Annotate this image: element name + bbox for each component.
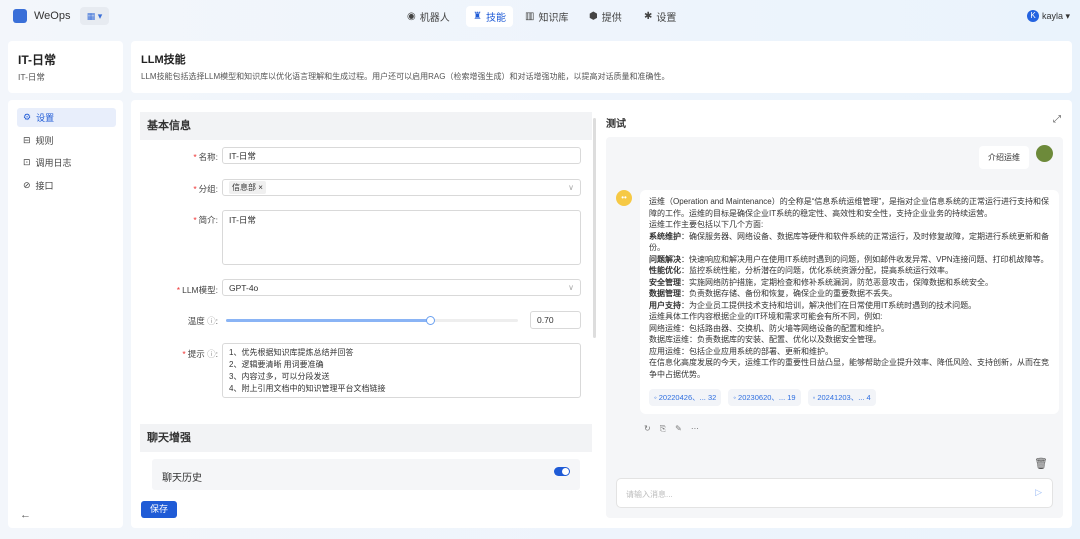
reply-paragraph: 数据库运维：负责数据库的安装、配置、优化以及数据安全管理。 xyxy=(649,335,881,344)
robot-icon: ◉ xyxy=(407,11,416,22)
slider-fill xyxy=(226,319,431,322)
nav-skill[interactable]: ♜ 技能 xyxy=(466,6,513,27)
user-avatar xyxy=(1036,145,1053,162)
settings-icon: ⚙ xyxy=(23,112,32,122)
sidebar-item-rules[interactable]: ⊟ 规则 xyxy=(17,131,116,150)
group-select[interactable]: 信息部 × ∨ xyxy=(222,179,581,196)
reply-paragraph: 在信息化高度发展的今天，运维工作的重要性日益凸显，能够帮助企业提升效率、降低风险… xyxy=(649,358,1049,379)
reply-paragraph: 安全管理：实施网络防护措施，定期检查和修补系统漏洞，防范恶意攻击，保障数据和系统… xyxy=(649,277,993,287)
chevron-down-icon: ∨ xyxy=(568,283,574,292)
reply-paragraph: 运维工作主要包括以下几个方面: xyxy=(649,220,764,229)
bot-reply-text: 运维（Operation and Maintenance）的全称是“信息系统运维… xyxy=(649,196,1050,380)
message-placeholder: 请输入消息... xyxy=(626,490,673,499)
reference-chip[interactable]: ◦ 20230620、... 19 xyxy=(728,389,801,406)
name-input[interactable]: IT-日常 xyxy=(222,147,581,164)
more-icon[interactable]: ⋯ xyxy=(691,424,699,434)
rules-icon: ⊟ xyxy=(23,135,31,145)
intro-textarea[interactable]: IT-日常 xyxy=(222,210,581,265)
user-message: 介绍运维 xyxy=(979,146,1029,169)
back-arrow-icon[interactable]: ← xyxy=(20,509,31,521)
bot-avatar-icon: •• xyxy=(616,190,632,206)
send-icon[interactable]: ▷ xyxy=(1035,487,1042,498)
reply-paragraph: 用户支持：为企业员工提供技术支持和培训，解决他们在日常使用IT系统时遇到的技术问… xyxy=(649,300,977,310)
skill-title: IT-日常 xyxy=(18,53,56,67)
prompt-label: * 提示 ⓘ: xyxy=(182,349,218,359)
model-select[interactable]: GPT-4o ∨ xyxy=(222,279,581,296)
logo-icon xyxy=(13,9,27,23)
header-card: LLM技能 LLM技能包括选择LLM模型和知识库以优化语言理解和生成过程。用户还… xyxy=(131,41,1072,93)
reply-paragraph: 数据管理：负责数据存储、备份和恢复，确保企业的重要数据不丢失。 xyxy=(649,289,897,298)
sidebar-item-settings[interactable]: ⚙ 设置 xyxy=(17,108,116,127)
reference-chip[interactable]: ◦ 20220426、... 32 xyxy=(649,389,722,406)
reply-paragraph: 运维（Operation and Maintenance）的全称是“信息系统运维… xyxy=(649,197,1050,218)
nav-settings[interactable]: ✱ 设置 xyxy=(637,6,683,27)
sidebar-item-logs[interactable]: ⊡ 调用日志 xyxy=(17,153,116,172)
app-name: WeOps xyxy=(34,10,71,22)
page-title: LLM技能 xyxy=(141,54,186,66)
skill-info-card: IT-日常 IT-日常 xyxy=(8,41,123,93)
reply-paragraph: 网络运维：包括路由器、交换机、防火墙等网络设备的配置和维护。 xyxy=(649,323,889,333)
temperature-slider[interactable] xyxy=(226,316,518,325)
intro-label: * 简介: xyxy=(193,215,218,225)
prompt-textarea[interactable]: 1、优先根据知识库提炼总结并回答 2、逻辑要清晰 用词要准确 3、内容过多，可以… xyxy=(222,343,581,398)
save-button[interactable]: 保存 xyxy=(141,501,177,518)
reference-chip[interactable]: ◦ 20241203、... 4 xyxy=(807,389,876,406)
books-icon: ▥ xyxy=(525,11,535,22)
temperature-label: 温度 ⓘ: xyxy=(187,316,218,326)
reference-list: ◦ 20220426、... 32 ◦ 20230620、... 19 ◦ 2024… xyxy=(649,389,1050,406)
message-input[interactable]: 请输入消息... ▷ xyxy=(616,478,1053,508)
chat-history-toggle[interactable] xyxy=(554,467,570,476)
refresh-icon[interactable]: ↻ xyxy=(644,424,651,434)
cube-icon: ⬢ xyxy=(589,11,598,22)
page-description: LLM技能包括选择LLM模型和知识库以优化语言理解和生成过程。用户还可以启用RA… xyxy=(141,72,670,81)
test-title: 测试 xyxy=(606,119,626,130)
nav-knowledge[interactable]: ▥ 知识库 xyxy=(518,6,575,27)
group-tag: 信息部 × xyxy=(229,181,266,194)
name-label: * 名称: xyxy=(193,152,218,162)
logs-icon: ⊡ xyxy=(23,157,31,167)
section-chat-enhance: 聊天增强 xyxy=(140,424,592,452)
edit-icon[interactable]: ✎ xyxy=(675,424,682,434)
close-icon[interactable]: × xyxy=(258,183,263,192)
chat-area: 介绍运维 •• 运维（Operation and Maintenance）的全称… xyxy=(606,137,1063,518)
nav-provider[interactable]: ⬢ 提供 xyxy=(582,6,629,27)
app-switcher-button[interactable]: ▦ ▾ xyxy=(80,7,109,25)
help-icon: ⓘ xyxy=(207,349,216,359)
reply-paragraph: 系统维护：确保服务器、网络设备、数据库等硬件和软件系统的正常运行，及时修复故障，… xyxy=(649,231,1049,253)
chevron-down-icon: ∨ xyxy=(568,183,574,192)
message-actions: ↻ ⎘ ✎ ⋯ xyxy=(644,424,699,434)
skill-icon: ♜ xyxy=(473,11,482,22)
help-icon: ⓘ xyxy=(207,316,216,326)
skill-subtitle: IT-日常 xyxy=(18,72,45,82)
reply-paragraph: 性能优化：监控系统性能，分析潜在的问题，优化系统资源分配，提高系统运行效率。 xyxy=(649,266,953,275)
temperature-input[interactable]: 0.70 xyxy=(530,311,581,329)
reply-paragraph: 问题解决：快速响应和解决用户在使用IT系统时遇到的问题，例如邮件收发异常、VPN… xyxy=(649,254,1049,264)
avatar[interactable]: K xyxy=(1027,10,1039,22)
section-basic-info: 基本信息 xyxy=(140,112,592,140)
reply-paragraph: 运维具体工作内容根据企业的IT环境和需求可能会有所不同，例如: xyxy=(649,312,883,321)
user-menu[interactable]: kayla ▾ xyxy=(1042,11,1070,22)
link-icon: ⊘ xyxy=(23,180,31,190)
model-label: * LLM模型: xyxy=(176,285,218,295)
nav-robot[interactable]: ◉ 机器人 xyxy=(400,6,457,27)
trash-icon[interactable]: 🗑 xyxy=(1034,457,1048,470)
reply-paragraph: 应用运维：包括企业应用系统的部署、更新和维护。 xyxy=(649,346,833,356)
copy-icon[interactable]: ⎘ xyxy=(660,424,666,434)
fullscreen-icon[interactable]: ⤢ xyxy=(1053,114,1061,125)
group-label: * 分组: xyxy=(193,184,218,194)
gear-icon: ✱ xyxy=(644,11,653,22)
chat-history-label: 聊天历史 xyxy=(162,473,202,484)
bot-message: 运维（Operation and Maintenance）的全称是“信息系统运维… xyxy=(640,190,1059,414)
form-scrollbar[interactable] xyxy=(593,118,596,338)
top-bar: WeOps ▦ ▾ ◉ 机器人 ♜ 技能 ▥ 知识库 ⬢ 提供 ✱ 设置 K kayla … xyxy=(0,0,1080,33)
chat-history-row: 聊天历史 xyxy=(152,459,580,490)
sidebar-item-api[interactable]: ⊘ 接口 xyxy=(17,176,116,195)
